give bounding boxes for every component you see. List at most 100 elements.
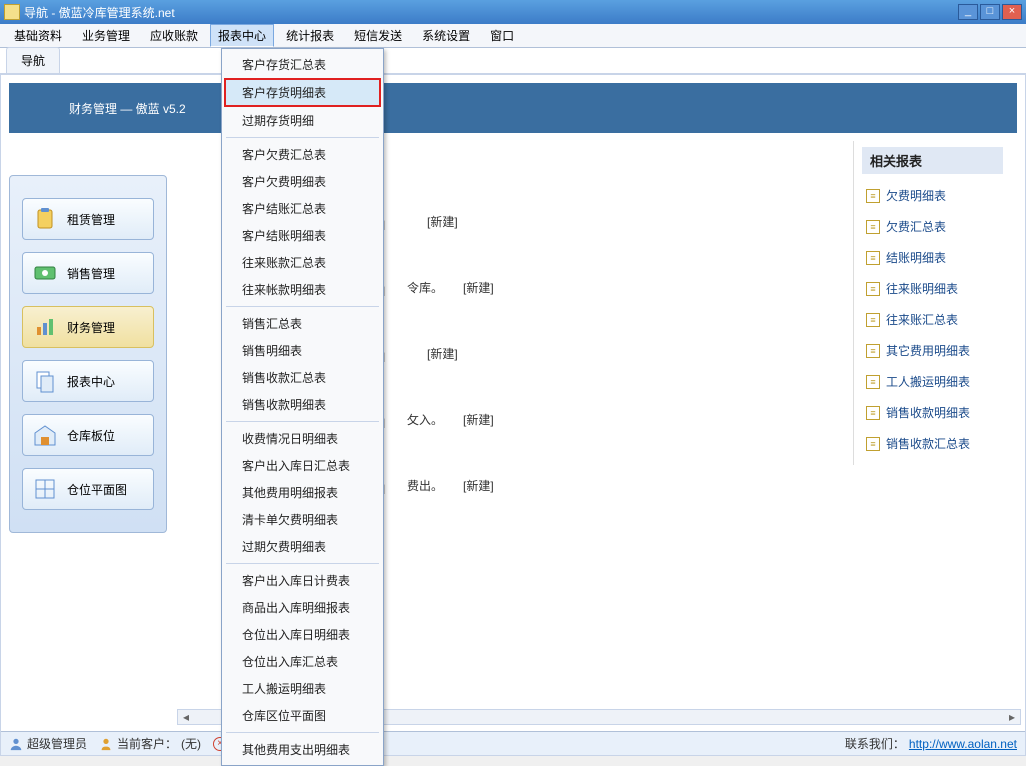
- status-user-label: 超级管理员: [27, 735, 87, 752]
- dropdown-item-highlighted[interactable]: 客户存货明细表: [224, 78, 381, 107]
- nav-button-2[interactable]: 财务管理: [22, 306, 154, 348]
- person-icon: [99, 737, 113, 751]
- dropdown-item-13[interactable]: 收费情况日明细表: [224, 425, 381, 452]
- warehouse-icon: [33, 423, 57, 447]
- contact-link[interactable]: http://www.aolan.net: [909, 737, 1017, 751]
- clipboard-icon: [33, 207, 57, 231]
- nav-button-0[interactable]: 租赁管理: [22, 198, 154, 240]
- new-link[interactable]: [新建]: [463, 411, 494, 428]
- dropdown-item-8[interactable]: 往来帐款明细表: [224, 276, 381, 303]
- new-link[interactable]: [新建]: [427, 345, 458, 362]
- dropdown-separator: [226, 732, 379, 733]
- dropdown-item-19[interactable]: 商品出入库明细报表: [224, 594, 381, 621]
- dropdown-item-6[interactable]: 客户结账明细表: [224, 222, 381, 249]
- scroll-left-arrow[interactable]: ◂: [178, 710, 194, 724]
- content-header: 财务管理 ― 傲蓝 v5.2: [9, 83, 1017, 133]
- related-item-7[interactable]: ≡销售收款明细表: [862, 397, 1003, 428]
- tab-navigation[interactable]: 导航: [6, 47, 60, 73]
- layout-icon: [33, 477, 57, 501]
- app-icon: [4, 4, 20, 20]
- dropdown-item-23[interactable]: 仓库区位平面图: [224, 702, 381, 729]
- dropdown-separator: [226, 421, 379, 422]
- related-item-label: 往来账明细表: [886, 280, 958, 297]
- menu-stats[interactable]: 统计报表: [278, 24, 342, 47]
- nav-button-1[interactable]: 销售管理: [22, 252, 154, 294]
- menu-sms[interactable]: 短信发送: [346, 24, 410, 47]
- list-icon: ≡: [866, 375, 880, 389]
- scroll-right-arrow[interactable]: ▸: [1004, 710, 1020, 724]
- chart-icon: [33, 315, 57, 339]
- status-customer-label: 当前客户：: [117, 735, 177, 752]
- nav-label: 销售管理: [67, 265, 115, 282]
- related-item-2[interactable]: ≡结账明细表: [862, 242, 1003, 273]
- dropdown-item-24[interactable]: 其他费用支出明细表: [224, 736, 381, 763]
- related-item-1[interactable]: ≡ 欠费汇总表: [862, 211, 1003, 242]
- menu-receivables[interactable]: 应收账款: [142, 24, 206, 47]
- dropdown-item-15[interactable]: 其他费用明细报表: [224, 479, 381, 506]
- new-link[interactable]: [新建]: [463, 477, 494, 494]
- related-item-label: 往来账汇总表: [886, 311, 958, 328]
- menu-report-center[interactable]: 报表中心: [210, 24, 274, 47]
- nav-label: 报表中心: [67, 373, 115, 390]
- tab-strip: 导航: [0, 48, 1026, 74]
- related-item-8[interactable]: ≡销售收款汇总表: [862, 428, 1003, 459]
- related-item-3[interactable]: ≡往来账明细表: [862, 273, 1003, 304]
- dropdown-item-11[interactable]: 销售收款汇总表: [224, 364, 381, 391]
- list-icon: ≡: [866, 220, 880, 234]
- related-item-label: 工人搬运明细表: [886, 373, 970, 390]
- dropdown-item-3[interactable]: 客户欠费汇总表: [224, 141, 381, 168]
- nav-label: 租赁管理: [67, 211, 115, 228]
- dropdown-item-5[interactable]: 客户结账汇总表: [224, 195, 381, 222]
- dropdown-item-22[interactable]: 工人搬运明细表: [224, 675, 381, 702]
- related-reports-title: 相关报表: [862, 147, 1003, 174]
- related-item-label: 欠费明细表: [886, 187, 946, 204]
- list-icon: ≡: [866, 344, 880, 358]
- maximize-button[interactable]: □: [980, 4, 1000, 20]
- menu-basic-data[interactable]: 基础资料: [6, 24, 70, 47]
- window-title: 导航 - 傲蓝冷库管理系统.net: [24, 4, 956, 21]
- dropdown-item-0[interactable]: 客户存货汇总表: [224, 51, 381, 78]
- close-button[interactable]: ×: [1002, 4, 1022, 20]
- minimize-button[interactable]: _: [958, 4, 978, 20]
- dropdown-item-2[interactable]: 过期存货明细: [224, 107, 381, 134]
- related-item-label: 结账明细表: [886, 249, 946, 266]
- list-icon: ≡: [866, 406, 880, 420]
- dropdown-item-16[interactable]: 清卡单欠费明细表: [224, 506, 381, 533]
- nav-button-5[interactable]: 仓位平面图: [22, 468, 154, 510]
- dropdown-item-14[interactable]: 客户出入库日汇总表: [224, 452, 381, 479]
- related-item-label: 其它费用明细表: [886, 342, 970, 359]
- menu-system[interactable]: 系统设置: [414, 24, 478, 47]
- menu-business[interactable]: 业务管理: [74, 24, 138, 47]
- dropdown-item-20[interactable]: 仓位出入库日明细表: [224, 621, 381, 648]
- status-customer: 当前客户： (无): [99, 735, 201, 752]
- related-item-5[interactable]: ≡ 其它费用明细表: [862, 335, 1003, 366]
- related-item-label: 欠费汇总表: [886, 218, 946, 235]
- report-icon: [33, 369, 57, 393]
- dropdown-item-9[interactable]: 销售汇总表: [224, 310, 381, 337]
- nav-button-4[interactable]: 仓库板位: [22, 414, 154, 456]
- new-link[interactable]: [新建]: [463, 279, 494, 296]
- dropdown-separator: [226, 563, 379, 564]
- related-item-4[interactable]: ≡ 往来账汇总表: [862, 304, 1003, 335]
- nav-label: 仓位平面图: [67, 481, 127, 498]
- list-icon: ≡: [866, 313, 880, 327]
- main-area: 财务管理 ― 傲蓝 v5.2 租赁管理销售管理财务管理报表中心仓库板位仓位平面图…: [0, 74, 1026, 756]
- dropdown-item-18[interactable]: 客户出入库日计费表: [224, 567, 381, 594]
- nav-button-3[interactable]: 报表中心: [22, 360, 154, 402]
- dropdown-item-21[interactable]: 仓位出入库汇总表: [224, 648, 381, 675]
- dropdown-separator: [226, 306, 379, 307]
- dropdown-item-4[interactable]: 客户欠费明细表: [224, 168, 381, 195]
- related-item-label: 销售收款汇总表: [886, 435, 970, 452]
- related-item-0[interactable]: ≡欠费明细表: [862, 180, 1003, 211]
- dropdown-item-17[interactable]: 过期欠费明细表: [224, 533, 381, 560]
- dropdown-item-12[interactable]: 销售收款明细表: [224, 391, 381, 418]
- new-link[interactable]: [新建]: [427, 213, 458, 230]
- dropdown-item-10[interactable]: 销售明细表: [224, 337, 381, 364]
- related-item-6[interactable]: ≡ 工人搬运明细表: [862, 366, 1003, 397]
- dropdown-item-7[interactable]: 往来账款汇总表: [224, 249, 381, 276]
- contact-label: 联系我们：: [845, 735, 905, 752]
- nav-label: 财务管理: [67, 319, 115, 336]
- related-reports-panel: 相关报表 ≡欠费明细表≡欠费汇总表≡结账明细表≡往来账明细表≡往来账汇总表≡其它…: [853, 141, 1011, 465]
- menu-window[interactable]: 窗口: [482, 24, 522, 47]
- titlebar: 导航 - 傲蓝冷库管理系统.net _ □ ×: [0, 0, 1026, 24]
